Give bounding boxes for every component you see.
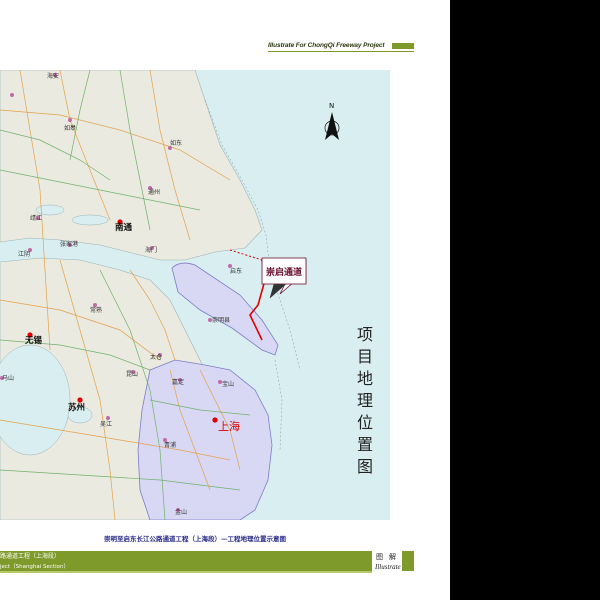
label-zhangjiagang: 张家港 bbox=[60, 240, 78, 248]
header-title: Illustrate For ChongQi Freeway Project bbox=[268, 42, 385, 49]
label-haian: 海安 bbox=[47, 72, 59, 80]
label-chongming: 崇明县 bbox=[212, 317, 230, 324]
label-suzhou: 苏州 bbox=[68, 402, 85, 413]
label-rugao: 如皋 bbox=[64, 124, 76, 132]
map-page: Illustrate For ChongQi Freeway Project N… bbox=[0, 0, 450, 600]
side-title-char: 理 bbox=[356, 391, 373, 410]
side-title-char: 置 bbox=[356, 435, 373, 454]
side-title: 项 目 地 理 位 置 图 bbox=[352, 324, 378, 478]
map-area: N 崇启通道 海安 如皋 如东 通州 靖江 江阴 张家港 南通 海门 启东 常熟… bbox=[0, 70, 390, 520]
side-title-char: 项 bbox=[356, 325, 373, 344]
footer-project-en: ject（Shanghai Section） bbox=[0, 564, 69, 570]
footer-bar-strip bbox=[0, 571, 372, 573]
label-haimen: 海门 bbox=[145, 246, 157, 254]
label-mashan: 马山 bbox=[2, 374, 14, 382]
label-tongzhou: 通州 bbox=[148, 188, 160, 196]
side-title-char: 地 bbox=[356, 369, 373, 388]
side-title-char: 位 bbox=[356, 413, 373, 432]
label-taicang: 太仓 bbox=[150, 353, 162, 361]
label-kunshan: 昆山 bbox=[126, 370, 138, 378]
header-accent-bar bbox=[392, 43, 414, 49]
footer-right-bar bbox=[402, 551, 414, 571]
footer-project-cn: 路通道工程（上海段） bbox=[0, 553, 61, 560]
label-wujiang: 吴江 bbox=[100, 421, 112, 428]
label-jiading: 嘉定 bbox=[172, 378, 184, 386]
label-shanghai: 上海 bbox=[218, 419, 240, 433]
side-title-char: 目 bbox=[356, 347, 373, 366]
label-rudong: 如东 bbox=[170, 139, 182, 147]
label-jingjiang: 靖江 bbox=[30, 214, 42, 222]
label-baoshan: 宝山 bbox=[222, 380, 234, 388]
tunnel-label: 崇启通道 bbox=[266, 266, 302, 278]
map-caption: 崇明至启东长江公路通道工程（上海段）—工程地理位置示意图 bbox=[104, 535, 286, 543]
label-jiangyin: 江阴 bbox=[18, 250, 30, 258]
label-qingpu: 青浦 bbox=[164, 441, 176, 449]
footer-label-cn: 图解 bbox=[376, 553, 402, 561]
footer-label-en: Illustrate bbox=[375, 563, 401, 571]
north-label: N bbox=[329, 102, 334, 110]
header-rule bbox=[268, 51, 414, 52]
label-nantong: 南通 bbox=[115, 222, 133, 233]
label-jinshan: 金山 bbox=[175, 508, 187, 516]
label-changshu: 常熟 bbox=[90, 306, 102, 314]
label-wuxi: 无锡 bbox=[24, 335, 43, 346]
side-title-char: 图 bbox=[356, 457, 373, 476]
label-qidong: 启东 bbox=[230, 267, 242, 275]
river-island-1 bbox=[35, 204, 65, 216]
river-island-2 bbox=[71, 214, 109, 226]
